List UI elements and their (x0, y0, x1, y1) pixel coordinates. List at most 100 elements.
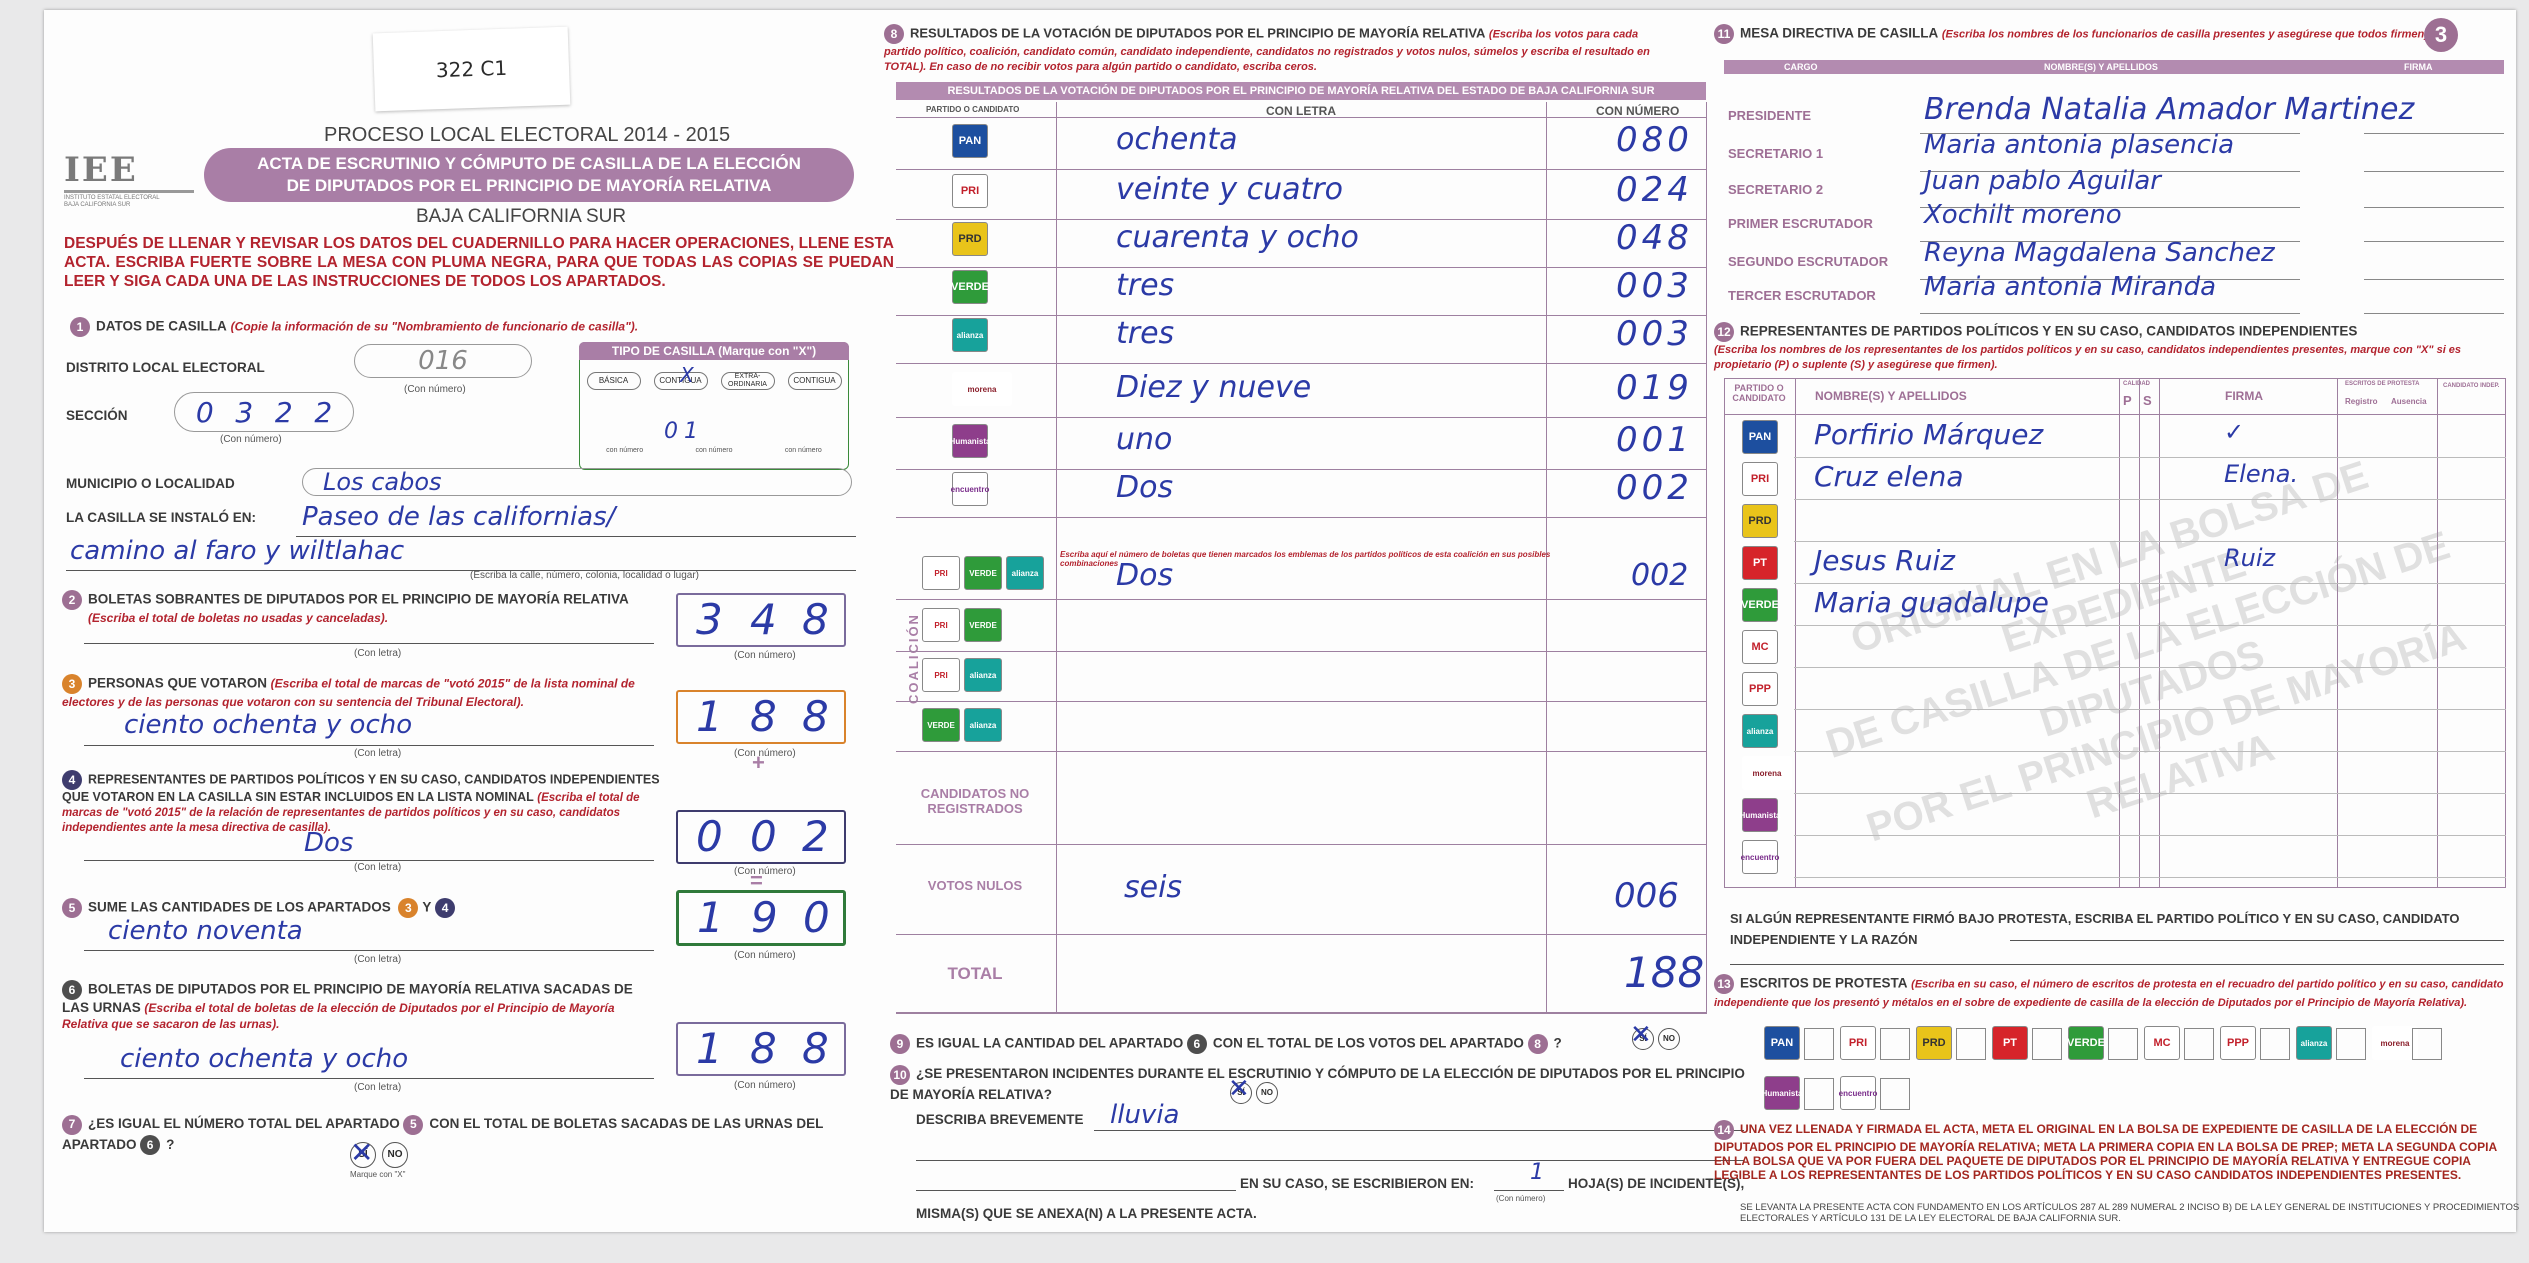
nombre[interactable]: Xochilt moreno (1924, 200, 2122, 230)
s7-no-option[interactable]: NO (382, 1142, 408, 1168)
protesta-box[interactable] (1880, 1028, 1910, 1060)
instalo-line1[interactable]: Paseo de las californias/ (302, 502, 615, 532)
s6-digit-box[interactable]: 1 8 8 (676, 1022, 846, 1076)
tipo-casilla-box: TIPO DE CASILLA (Marque con "X") BÁSICA … (579, 342, 849, 470)
votes-num[interactable]: 048 (1616, 218, 1693, 258)
coal-num[interactable]: 002 (1631, 558, 1688, 593)
protesta-box[interactable] (1956, 1028, 1986, 1060)
tipo-contigua-2[interactable]: CONTIGUA (787, 372, 842, 390)
protesta-box[interactable] (1880, 1078, 1910, 1110)
distrito-field[interactable]: 016 (354, 344, 532, 378)
rep-firma[interactable]: Elena. (2224, 460, 2298, 488)
s3-letra[interactable]: ciento ochenta y ocho (124, 710, 412, 740)
protesta-box[interactable] (2336, 1028, 2366, 1060)
rep-row: PPP (1724, 668, 2506, 710)
describa-label: DESCRIBA BREVEMENTE (916, 1112, 1084, 1127)
votes-letra[interactable]: ochenta (1116, 122, 1237, 157)
result-row: PRD cuarenta y ocho 048 (896, 218, 1706, 268)
votes-num[interactable]: 001 (1616, 420, 1693, 460)
nombre[interactable]: Reyna Magdalena Sanchez (1924, 238, 2275, 268)
underline (1094, 1130, 1744, 1131)
tipo-extraordinaria[interactable]: EXTRA-ORDINARIA (720, 372, 775, 390)
protesta-box[interactable] (2260, 1028, 2290, 1060)
nombre[interactable]: Juan pablo Aguilar (1924, 166, 2161, 196)
rep-nombre[interactable]: Cruz elena (1814, 460, 1964, 493)
nombre[interactable]: Maria antonia Miranda (1924, 272, 2216, 302)
seccion-field[interactable]: 0 3 2 2 (174, 392, 354, 432)
votes-num[interactable]: 080 (1616, 120, 1693, 160)
rep-row: PT Jesus Ruiz Ruiz (1724, 542, 2506, 584)
votes-letra[interactable]: tres (1116, 316, 1174, 351)
total-num[interactable]: 188 (1624, 948, 1704, 997)
protesta-box[interactable] (2412, 1028, 2442, 1060)
s10-no-option[interactable]: NO (1256, 1082, 1278, 1104)
votes-num[interactable]: 024 (1616, 170, 1693, 210)
result-row: alianza tres 003 (896, 314, 1706, 364)
s5-digit-box[interactable]: 1 9 0 (676, 890, 846, 946)
s4-letra[interactable]: Dos (304, 828, 353, 858)
votes-num[interactable]: 002 (1616, 468, 1693, 508)
hojas-num[interactable]: 1 (1530, 1160, 1544, 1185)
party-logo: encuentro (1741, 840, 1779, 874)
party-logo: PPP (1742, 672, 1778, 706)
result-row: Humanista uno 001 (896, 420, 1706, 470)
instalo-line2[interactable]: camino al faro y wiltlahac (70, 536, 404, 566)
nombre[interactable]: Maria antonia plasencia (1924, 130, 2234, 160)
s7-title: ¿ES IGUAL EL NÚMERO TOTAL DEL APARTADO (88, 1116, 400, 1131)
party-name: PRI (960, 185, 980, 197)
coalition-party: alianza (969, 720, 997, 730)
describa-text[interactable]: lluvia (1110, 1100, 1179, 1130)
iee-logo: IEE INSTITUTO ESTATAL ELECTORAL BAJA CAL… (64, 150, 194, 210)
nulos-num[interactable]: 006 (1614, 876, 1679, 916)
votes-letra[interactable]: uno (1116, 422, 1172, 457)
rep-nombre[interactable]: Porfirio Márquez (1814, 418, 2043, 451)
s11-header: 11 MESA DIRECTIVA DE CASILLA (Escriba los… (1714, 24, 2454, 44)
coalition-logo: alianza (964, 708, 1002, 742)
rep-firma[interactable]: Ruiz (2224, 544, 2275, 572)
votes-letra[interactable]: veinte y cuatro (1116, 172, 1343, 207)
s9-mid: CON EL TOTAL DE LOS VOTOS DEL APARTADO (1212, 1035, 1524, 1051)
s3-digit-box[interactable]: 1 8 8 (676, 690, 846, 744)
seccion-digit: 0 (195, 395, 214, 429)
row-divider (1920, 313, 2300, 314)
votes-letra[interactable]: Dos (1116, 470, 1173, 505)
s11-title: MESA DIRECTIVA DE CASILLA (1740, 25, 1939, 41)
nulos-letra[interactable]: seis (1124, 870, 1182, 905)
coalition-party: PRI (934, 620, 948, 630)
protesta-box[interactable] (2184, 1028, 2214, 1060)
digit: 4 (750, 595, 777, 644)
rep-nombre[interactable]: Maria guadalupe (1814, 586, 2049, 619)
s5-letra[interactable]: ciento noventa (108, 916, 303, 946)
protesta-logo: PT (1992, 1026, 2028, 1060)
s4-digit-box[interactable]: 0 0 2 (676, 810, 846, 864)
protesta-box[interactable] (1804, 1028, 1834, 1060)
s9-no-option[interactable]: NO (1658, 1028, 1680, 1050)
party-name: alianza (956, 330, 984, 340)
digit: 3 (696, 595, 723, 644)
votes-num[interactable]: 003 (1616, 314, 1693, 354)
protesta-box[interactable] (2032, 1028, 2062, 1060)
underline (1494, 1190, 1564, 1191)
votes-num[interactable]: 003 (1616, 266, 1693, 306)
votes-letra[interactable]: tres (1116, 268, 1174, 303)
coal-letra[interactable]: Dos (1116, 558, 1173, 593)
votes-letra[interactable]: cuarenta y ocho (1116, 220, 1359, 255)
votes-letra[interactable]: Diez y nueve (1116, 370, 1311, 405)
underline (1730, 964, 2504, 965)
rep-nombre[interactable]: Jesus Ruiz (1814, 544, 1955, 577)
municipio-field[interactable]: Los cabos (302, 468, 852, 496)
protesta-box[interactable] (1804, 1078, 1834, 1110)
tipo-basica[interactable]: BÁSICA (586, 372, 641, 390)
s2-digit-box[interactable]: 3 4 8 (676, 593, 846, 647)
s6-letra[interactable]: ciento ochenta y ocho (120, 1044, 408, 1074)
rep-firma[interactable]: ✓ (2224, 418, 2244, 446)
firma-line (2364, 313, 2504, 314)
votes-num[interactable]: 019 (1616, 368, 1693, 408)
firma-line (2364, 207, 2504, 208)
party-logo: PRI (952, 174, 988, 208)
underline (84, 950, 654, 951)
firma-line (2364, 279, 2504, 280)
no-label: NO (387, 1149, 403, 1160)
protesta-box[interactable] (2108, 1028, 2138, 1060)
nombre[interactable]: Brenda Natalia Amador Martinez (1924, 92, 2414, 127)
